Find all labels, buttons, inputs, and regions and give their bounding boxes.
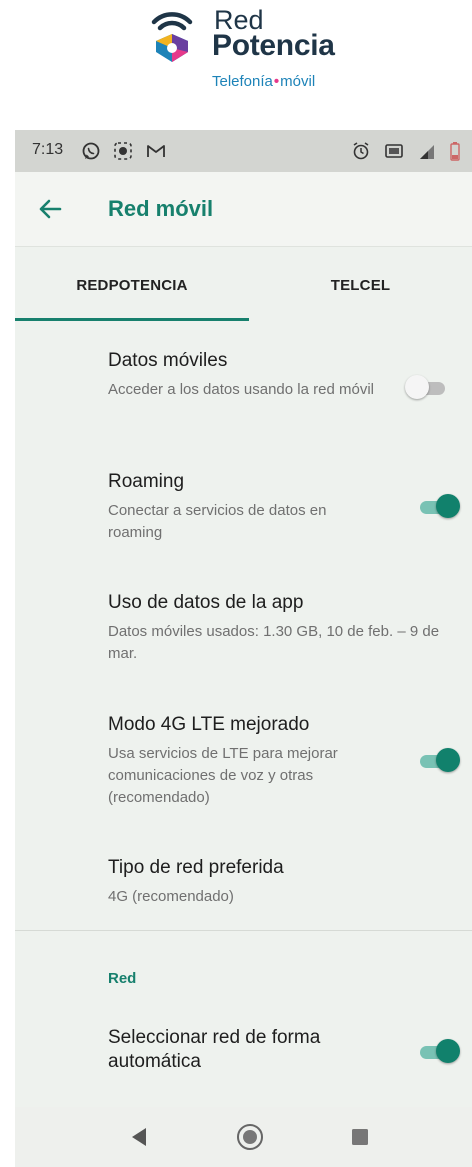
modo-4g-lte-toggle[interactable] [416, 747, 460, 773]
setting-title: Roaming [108, 471, 185, 492]
toggle-thumb [405, 375, 429, 399]
alarm-icon [353, 142, 369, 160]
setting-title: Modo 4G LTE mejorado [108, 714, 310, 735]
setting-datos-moviles[interactable]: Datos móviles Acceder a los datos usando… [15, 335, 472, 435]
app-notification-icon [114, 142, 132, 160]
brand-name-line2: Potencia [212, 29, 335, 62]
brand-header: Red Potencia Telefonía•móvil [0, 0, 472, 130]
tagline-part1: Telefonía [212, 73, 273, 90]
sim-tabs: REDPOTENCIA TELCEL [15, 246, 472, 323]
roaming-toggle[interactable] [416, 493, 460, 519]
setting-subtitle: 4G (recomendado) [108, 888, 234, 905]
status-notification-icons [81, 141, 167, 161]
cast-icon [385, 144, 403, 158]
page-title: Red móvil [108, 196, 214, 221]
status-system-icons [352, 141, 460, 161]
back-triangle-icon[interactable] [123, 1121, 155, 1153]
section-header-red: Red [108, 970, 137, 987]
datos-moviles-toggle[interactable] [405, 374, 449, 400]
seleccionar-red-toggle[interactable] [416, 1038, 460, 1064]
tab-telcel[interactable]: TELCEL [249, 247, 472, 323]
setting-tipo-de-red[interactable]: Tipo de red preferida 4G (recomendado) [15, 850, 472, 920]
setting-roaming[interactable]: Roaming Conectar a servicios de datos en… [15, 460, 472, 560]
phone-screen: 7:13 Red móvil REDPOTENCIA TELCEL Datos … [15, 130, 472, 1167]
setting-modo-4g-lte[interactable]: Modo 4G LTE mejorado Usa servicios de LT… [15, 707, 472, 817]
section-divider [15, 930, 472, 931]
setting-subtitle: Usa servicios de LTE para mejorar comuni… [108, 745, 338, 806]
gmail-icon [147, 145, 165, 157]
tagline-part2: móvil [280, 73, 316, 90]
setting-title: Seleccionar red de forma automática [108, 1027, 321, 1072]
setting-seleccionar-red-automatica[interactable]: Seleccionar red de forma automática [15, 1020, 472, 1090]
setting-title: Tipo de red preferida [108, 857, 284, 878]
setting-title: Datos móviles [108, 350, 228, 371]
setting-subtitle: Conectar a servicios de datos en roaming [108, 502, 327, 541]
system-nav-bar [15, 1107, 472, 1167]
battery-icon [450, 142, 460, 161]
toggle-thumb [436, 494, 460, 518]
status-bar: 7:13 [15, 130, 472, 172]
app-bar: Red móvil [15, 172, 472, 246]
toggle-thumb [436, 748, 460, 772]
toggle-thumb [436, 1039, 460, 1063]
whatsapp-icon [82, 142, 100, 160]
signal-icon [420, 145, 434, 159]
status-time: 7:13 [32, 141, 64, 158]
home-circle-icon[interactable] [234, 1121, 266, 1153]
setting-subtitle: Datos móviles usados: 1.30 GB, 10 de feb… [108, 623, 440, 662]
brand-tagline: Telefonía•móvil [212, 72, 315, 92]
setting-uso-de-datos[interactable]: Uso de datos de la app Datos móviles usa… [15, 585, 472, 685]
setting-title: Uso de datos de la app [108, 592, 304, 613]
setting-subtitle: Acceder a los datos usando la red móvil [108, 381, 374, 398]
tab-redpotencia[interactable]: REDPOTENCIA [15, 247, 249, 323]
tab-indicator [15, 318, 249, 321]
wifi-shield-logo-icon [151, 12, 193, 62]
back-arrow-icon[interactable] [33, 192, 67, 226]
recents-square-icon[interactable] [344, 1121, 376, 1153]
